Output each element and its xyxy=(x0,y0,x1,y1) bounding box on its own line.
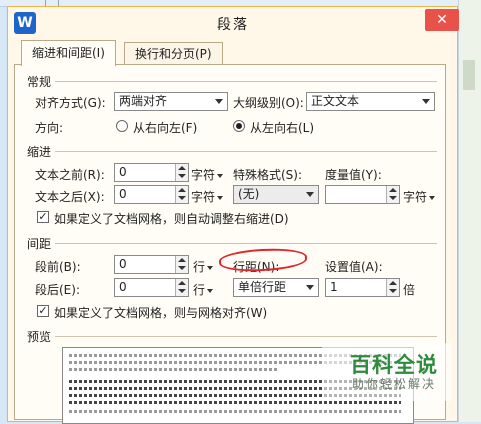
spin-buttons[interactable] xyxy=(175,164,188,181)
preview-line xyxy=(69,410,401,413)
spin-buttons[interactable] xyxy=(175,256,188,273)
space-after-value: 0 xyxy=(119,280,127,294)
dropdown-arrow-icon xyxy=(429,195,436,200)
space-before-label: 段前(B): xyxy=(35,260,81,274)
indent-before-input[interactable]: 0 xyxy=(114,163,189,182)
line-spacing-select[interactable]: 单倍行距 xyxy=(233,278,319,297)
dropdown-arrow-icon xyxy=(207,265,214,270)
indent-after-unit[interactable]: 字符 xyxy=(191,188,224,205)
space-after-unit[interactable]: 行 xyxy=(193,281,214,298)
section-indent: 缩进 xyxy=(27,145,52,159)
dropdown-arrow-icon xyxy=(217,173,224,178)
unit-text: 行 xyxy=(193,260,206,274)
line-spacing-value: 单倍行距 xyxy=(238,280,287,294)
wps-app-icon: W xyxy=(14,12,36,34)
special-format-value: (无) xyxy=(238,187,260,201)
indent-after-value: 0 xyxy=(119,187,127,201)
spin-down-icon xyxy=(178,289,186,293)
scrollbar-thumb[interactable] xyxy=(463,60,475,90)
alignment-label: 对齐方式(G): xyxy=(35,96,106,110)
setting-value-input[interactable]: 1 xyxy=(325,278,400,297)
spin-up-icon xyxy=(178,188,186,192)
measure-input[interactable] xyxy=(325,185,400,204)
ltr-radio[interactable] xyxy=(233,120,245,132)
setting-value-unit: 倍 xyxy=(403,283,416,297)
dropdown-arrow-icon xyxy=(306,192,314,197)
unit-text: 字符 xyxy=(403,190,428,204)
divider xyxy=(55,243,437,244)
indent-before-value: 0 xyxy=(119,165,127,179)
dropdown-arrow-icon xyxy=(217,195,224,200)
preview-line xyxy=(69,401,401,404)
space-before-value: 0 xyxy=(119,257,127,271)
space-before-unit[interactable]: 行 xyxy=(193,258,214,275)
special-format-select[interactable]: (无) xyxy=(233,185,319,204)
tab-line-page-breaks[interactable]: 换行和分页(P) xyxy=(124,42,223,65)
alignment-value: 两端对齐 xyxy=(119,94,168,108)
title-bar[interactable]: W 段落 ✕ xyxy=(8,7,459,39)
spin-down-icon xyxy=(178,196,186,200)
spin-down-icon xyxy=(389,289,397,293)
spin-buttons[interactable] xyxy=(386,186,399,203)
outline-level-value: 正文文本 xyxy=(311,94,360,108)
rtl-label[interactable]: 从右向左(F) xyxy=(133,119,197,136)
outline-level-select[interactable]: 正文文本 xyxy=(306,92,435,111)
divider xyxy=(55,151,437,152)
unit-text: 字符 xyxy=(191,190,216,204)
close-icon: ✕ xyxy=(436,12,448,28)
divider xyxy=(55,81,437,82)
space-before-input[interactable]: 0 xyxy=(114,255,189,274)
special-format-label: 特殊格式(S): xyxy=(233,168,303,182)
setting-value-value: 1 xyxy=(330,280,338,294)
outline-level-label: 大纲级别(O): xyxy=(233,96,304,110)
spin-up-icon xyxy=(389,281,397,285)
ltr-label[interactable]: 从左向右(L) xyxy=(250,119,314,136)
spin-down-icon xyxy=(178,266,186,270)
close-button[interactable]: ✕ xyxy=(425,9,459,31)
tab-indent-spacing[interactable]: 缩进和间距(I) xyxy=(21,40,116,66)
snap-grid-checkbox[interactable]: ✓ xyxy=(37,305,49,317)
direction-label: 方向: xyxy=(35,121,64,135)
auto-adjust-label[interactable]: 如果定义了文档网格，则自动调整右缩进(D) xyxy=(54,210,289,227)
spin-buttons[interactable] xyxy=(175,279,188,296)
spin-buttons[interactable] xyxy=(175,186,188,203)
space-after-input[interactable]: 0 xyxy=(114,278,189,297)
spin-buttons[interactable] xyxy=(386,279,399,296)
setting-value-label: 设置值(A): xyxy=(325,260,383,274)
dropdown-arrow-icon xyxy=(306,285,314,290)
rtl-radio[interactable] xyxy=(116,120,128,132)
background-panel xyxy=(458,0,481,422)
section-general: 常规 xyxy=(27,75,52,89)
spin-up-icon xyxy=(178,281,186,285)
auto-adjust-checkbox[interactable]: ✓ xyxy=(37,211,49,223)
spin-down-icon xyxy=(389,196,397,200)
indent-after-input[interactable]: 0 xyxy=(114,185,189,204)
measure-unit[interactable]: 字符 xyxy=(403,188,436,205)
alignment-select[interactable]: 两端对齐 xyxy=(114,92,228,111)
snap-grid-label[interactable]: 如果定义了文档网格，则与网格对齐(W) xyxy=(54,304,267,321)
space-after-label: 段后(E): xyxy=(35,283,80,297)
dropdown-arrow-icon xyxy=(422,99,430,104)
watermark-slogan: 助你轻松解决 xyxy=(352,377,437,391)
section-spacing: 间距 xyxy=(27,237,52,251)
indent-before-unit[interactable]: 字符 xyxy=(191,166,224,183)
dialog-title: 段落 xyxy=(217,17,249,33)
indent-after-label: 文本之后(X): xyxy=(35,190,105,204)
spin-up-icon xyxy=(178,258,186,262)
unit-text: 行 xyxy=(193,283,206,297)
unit-text: 字符 xyxy=(191,168,216,182)
divider xyxy=(55,336,437,337)
spin-down-icon xyxy=(178,174,186,178)
measure-label: 度量值(Y): xyxy=(325,168,382,182)
spin-up-icon xyxy=(389,188,397,192)
preview-line xyxy=(69,368,279,371)
dropdown-arrow-icon xyxy=(207,288,214,293)
spin-up-icon xyxy=(178,166,186,170)
dropdown-arrow-icon xyxy=(215,99,223,104)
indent-before-label: 文本之前(R): xyxy=(35,168,105,182)
section-preview: 预览 xyxy=(27,330,52,344)
